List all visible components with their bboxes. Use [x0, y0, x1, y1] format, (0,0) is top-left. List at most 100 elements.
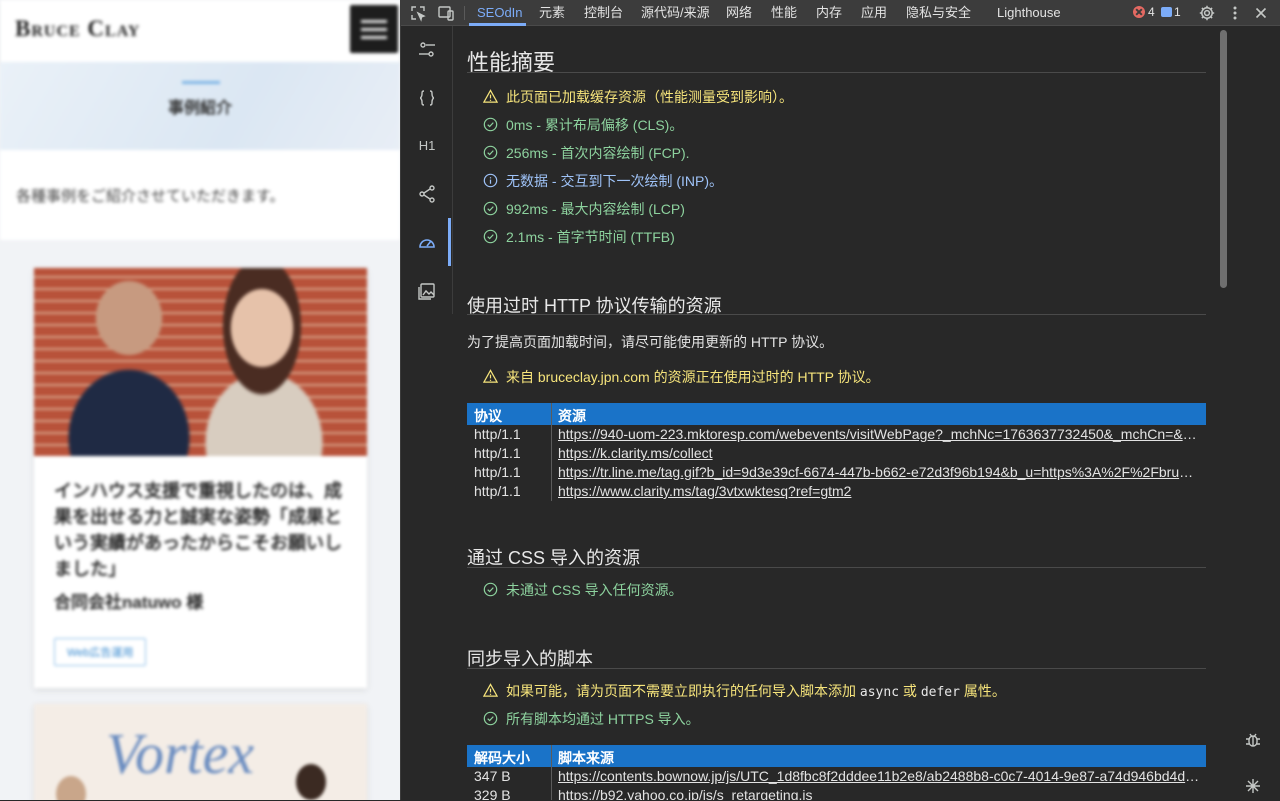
section-divider	[467, 567, 1206, 568]
http-resources-table: 协议 资源 http/1.1 https://940-uom-223.mktor…	[467, 403, 1206, 501]
section-divider	[467, 314, 1206, 315]
h1-icon[interactable]: H1	[413, 132, 441, 160]
resource-link[interactable]: https://940-uom-223.mktoresp.com/webeven…	[558, 426, 1200, 442]
table-row: http/1.1 https://k.clarity.ms/collect	[467, 444, 1206, 463]
panel-scrollbar[interactable]	[1220, 30, 1227, 288]
tab-performance[interactable]: 性能	[771, 0, 797, 26]
summary-item-text: 此页面已加载缓存资源（性能测量受到影响）。	[506, 89, 793, 105]
summary-item-text: 256ms - 首次内容绘制 (FCP).	[506, 145, 690, 161]
column-header-protocol[interactable]: 协议	[474, 406, 502, 426]
intro-text: 各種事例をご紹介させていただきます。	[16, 188, 285, 205]
sliders-icon[interactable]	[413, 36, 441, 64]
protocol-cell: http/1.1	[474, 445, 521, 461]
column-header-source[interactable]: 脚本来源	[558, 748, 614, 768]
braces-icon[interactable]	[413, 84, 441, 112]
table-row: http/1.1 https://tr.line.me/tag.gif?b_id…	[467, 463, 1206, 482]
person-photo	[296, 764, 326, 800]
tab-console[interactable]: 控制台	[584, 0, 623, 26]
sync-scripts-warning-text: 如果可能，请为页面不需要立即执行的任何导入脚本添加 async 或 defer …	[506, 682, 1006, 702]
script-source-link[interactable]: https://contents.bownow.jp/js/UTC_1d8fbc…	[558, 768, 1200, 784]
warning-suffix: 属性。	[963, 683, 1006, 699]
http-warning-text: 来自 bruceclay.jpn.com 的资源正在使用过时的 HTTP 协议。	[506, 369, 880, 385]
error-icon[interactable]	[1133, 6, 1145, 18]
seodin-sidebar: H1	[401, 26, 453, 314]
table-header: 协议 资源	[467, 403, 1206, 425]
message-icon[interactable]	[1161, 7, 1172, 17]
check-circle-icon	[483, 201, 498, 216]
script-source-link[interactable]: https://b92.yahoo.co.jp/js/s_retargeting…	[558, 787, 1200, 800]
close-icon[interactable]	[1252, 4, 1270, 22]
table-row: 347 B https://contents.bownow.jp/js/UTC_…	[467, 767, 1206, 786]
size-cell: 347 B	[474, 768, 511, 784]
tab-sources[interactable]: 源代码/来源	[641, 0, 710, 26]
table-row: http/1.1 https://940-uom-223.mktoresp.co…	[467, 425, 1206, 444]
tab-application[interactable]: 应用	[861, 0, 887, 26]
column-header-resource[interactable]: 资源	[558, 406, 586, 426]
keyword-defer: defer	[920, 685, 960, 700]
site-logo[interactable]: Bruce Clay	[15, 16, 140, 42]
protocol-cell: http/1.1	[474, 483, 521, 499]
summary-item-text: 992ms - 最大内容绘制 (LCP)	[506, 201, 685, 217]
devtools-tabbar: SEOdIn 元素 控制台 源代码/来源 网络 性能 内存 应用 隐私与安全 L…	[401, 0, 1280, 26]
warning-or: 或	[902, 683, 917, 699]
tab-network[interactable]: 网络	[726, 0, 752, 26]
info-icon	[483, 173, 498, 188]
case-card[interactable]: インハウス支援で重視したのは、成果を出せる力と誠実な姿勢「成果という実績があった…	[34, 268, 367, 688]
sidebar-active-indicator	[448, 218, 451, 266]
inspect-element-icon[interactable]	[409, 4, 427, 22]
check-circle-icon	[483, 711, 498, 726]
table-row: http/1.1 https://www.clarity.ms/tag/3vtx…	[467, 482, 1206, 501]
section-divider	[467, 72, 1206, 73]
resource-link[interactable]: https://k.clarity.ms/collect	[558, 445, 1200, 461]
device-toolbar-icon[interactable]	[437, 4, 455, 22]
sync-scripts-table: 解码大小 脚本来源 347 B https://contents.bownow.…	[467, 745, 1206, 800]
keyword-async: async	[859, 685, 900, 700]
tab-elements[interactable]: 元素	[539, 0, 565, 26]
toolbar-divider	[464, 6, 465, 20]
bug-icon[interactable]	[1243, 730, 1263, 750]
case-title[interactable]: インハウス支援で重視したのは、成果を出せる力と誠実な姿勢「成果という実績があった…	[54, 478, 349, 582]
tab-memory[interactable]: 内存	[816, 0, 842, 26]
summary-item-text: 无数据 - 交互到下一次绘制 (INP)。	[506, 173, 723, 189]
vortex-logo: Vortex	[106, 721, 255, 786]
band-accent-line	[182, 81, 220, 84]
sparkle-icon[interactable]	[1243, 776, 1263, 796]
seodin-content: 性能摘要 此页面已加载缓存资源（性能测量受到影响）。 0ms - 累计布局偏移 …	[453, 26, 1223, 800]
protocol-cell: http/1.1	[474, 464, 521, 480]
check-circle-icon	[483, 145, 498, 160]
size-cell: 329 B	[474, 787, 511, 800]
warning-icon	[482, 683, 499, 698]
table-row: 329 B https://b92.yahoo.co.jp/js/s_retar…	[467, 786, 1206, 800]
check-circle-icon	[483, 582, 498, 597]
tab-privacy-security[interactable]: 隐私与安全	[906, 0, 971, 26]
error-count[interactable]: 4	[1148, 0, 1155, 25]
image-icon[interactable]	[413, 276, 441, 304]
devtools-panel: SEOdIn 元素 控制台 源代码/来源 网络 性能 内存 应用 隐私与安全 L…	[400, 0, 1280, 800]
css-import-text: 未通过 CSS 导入任何资源。	[506, 582, 683, 598]
person-photo	[56, 776, 86, 800]
check-circle-icon	[483, 117, 498, 132]
share-icon[interactable]	[413, 180, 441, 208]
resource-link[interactable]: https://tr.line.me/tag.gif?b_id=9d3e39cf…	[558, 464, 1200, 480]
hamburger-menu-button[interactable]	[350, 5, 398, 53]
site-header: Bruce Clay	[0, 0, 400, 62]
summary-item-text: 0ms - 累计布局偏移 (CLS)。	[506, 117, 684, 133]
tab-lighthouse[interactable]: Lighthouse	[997, 0, 1061, 26]
warning-icon	[482, 89, 499, 104]
settings-gear-icon[interactable]	[1198, 4, 1216, 22]
http-description: 为了提高页面加载时间，请尽可能使用更新的 HTTP 协议。	[467, 334, 834, 350]
column-header-size[interactable]: 解码大小	[474, 748, 530, 768]
message-count[interactable]: 1	[1174, 0, 1181, 25]
more-options-icon[interactable]	[1226, 4, 1244, 22]
gauge-icon[interactable]	[413, 228, 441, 256]
table-header: 解码大小 脚本来源	[467, 745, 1206, 767]
case-photo	[34, 268, 367, 456]
sync-scripts-ok-text: 所有脚本均通过 HTTPS 导入。	[506, 711, 700, 727]
case-card-2[interactable]: Vortex	[34, 704, 367, 800]
check-circle-icon	[483, 229, 498, 244]
case-tag[interactable]: Web広告運用	[54, 638, 147, 666]
section-divider	[467, 668, 1206, 669]
protocol-cell: http/1.1	[474, 426, 521, 442]
resource-link[interactable]: https://www.clarity.ms/tag/3vtxwktesq?re…	[558, 483, 1200, 499]
case-company: 合同会社natuwo 様	[54, 593, 204, 612]
